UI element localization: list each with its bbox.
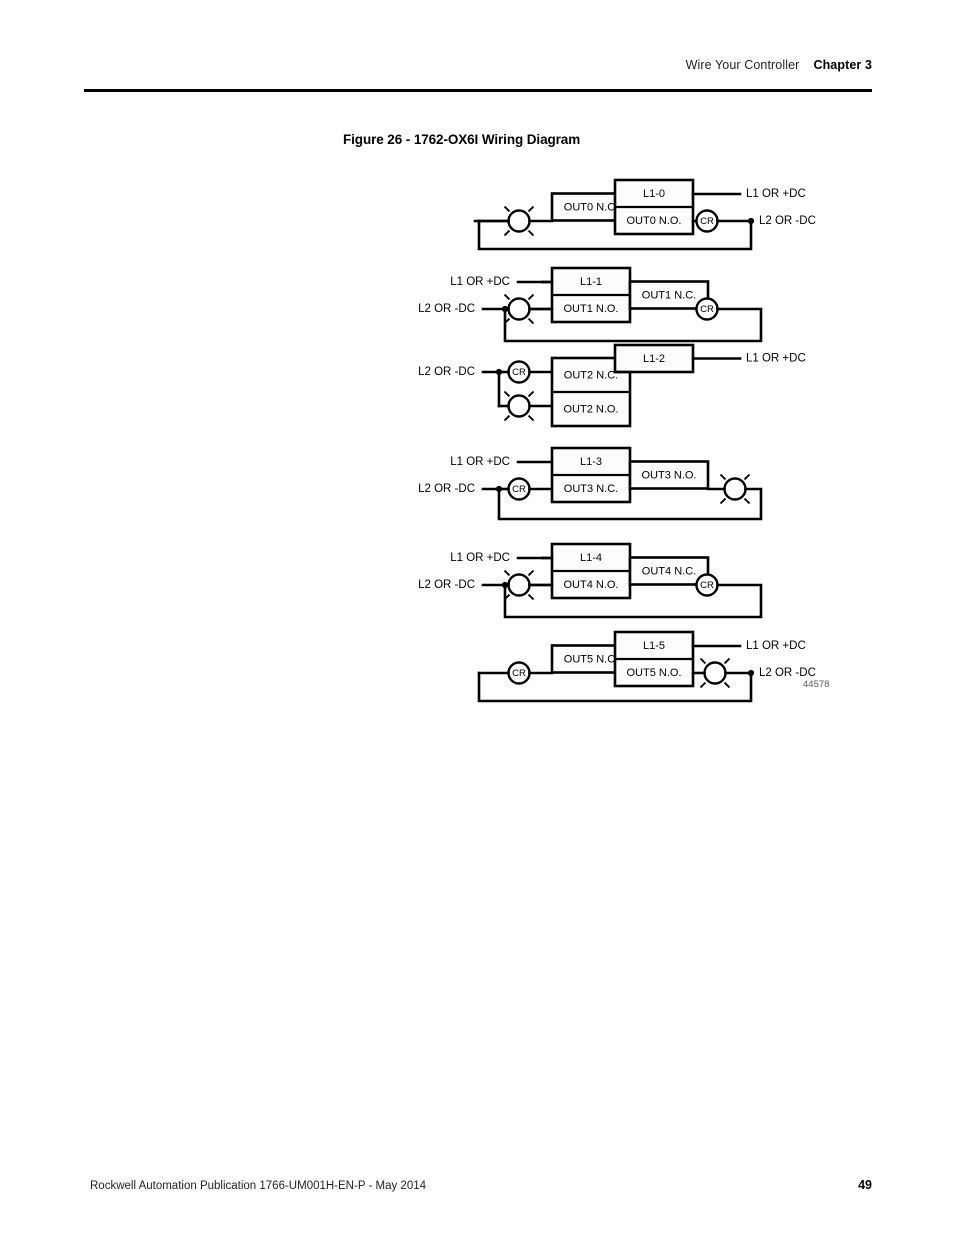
circuit-0-lamp-ray-2	[503, 229, 511, 237]
circuit-1-relay-text: CR	[700, 304, 714, 315]
circuit-3-lamp-ray-1	[743, 473, 751, 481]
circuit-3-lamp-circle	[723, 477, 747, 501]
circuit-5-lamp-ray-1	[723, 657, 731, 665]
circuit-1-l2-label: L2 OR -DC	[418, 303, 475, 315]
header-section-title: Wire Your Controller	[685, 58, 800, 72]
drawing-id: 44578	[803, 679, 829, 690]
circuit-4-lamp-ray-0	[503, 569, 511, 577]
circuit-4-stack-bottom-text: OUT4 N.O.	[563, 579, 618, 591]
circuit-5-stack-bottom-text: OUT5 N.O.	[626, 667, 681, 679]
circuit-0-lamp-ray-0	[503, 205, 511, 213]
page-header: Wire Your Controller Chapter 3	[84, 58, 872, 92]
circuit-2-relay-text: CR	[512, 367, 526, 378]
circuit-4-lamp-ray-1	[527, 569, 535, 577]
header-chapter-label: Chapter 3	[813, 58, 872, 72]
circuit-0-stack-top-text: L1-0	[643, 188, 665, 200]
circuit-2-lamp-ray-0	[503, 390, 511, 398]
header-text: Wire Your Controller Chapter 3	[686, 58, 872, 72]
circuit-3-l2-label: L2 OR -DC	[418, 483, 475, 495]
circuit-3-stack: L1-3 OUT3 N.C.	[550, 446, 632, 504]
circuit-3-lamp-ray-3	[743, 497, 751, 505]
circuit-0-nc-box-text: OUT0 N.C.	[564, 201, 618, 213]
circuit-3-relay-text: CR	[512, 484, 526, 495]
circuit-5-lamp-ray-0	[699, 657, 707, 665]
circuit-1-lamp-ray-1	[527, 293, 535, 301]
circuit-1: L1 OR +DC L2 OR -DC L1-1 OUT1 N.O. OUT1 N.C.…	[418, 266, 763, 343]
circuit-0-lamp-ray-3	[527, 229, 535, 237]
circuit-4-stack-top-text: L1-4	[580, 552, 602, 564]
circuit-1-lamp-circle	[507, 297, 531, 321]
circuit-3-stack-top-text: L1-3	[580, 456, 602, 468]
circuit-5-lamp-ray-3	[723, 681, 731, 689]
circuit-2-terminal-box: L1-2	[613, 343, 695, 374]
circuit-4-nc-box-text: OUT4 N.C.	[642, 565, 696, 577]
circuit-0-l1-label: L1 OR +DC	[746, 188, 806, 200]
circuit-0-l2-label: L2 OR -DC	[759, 215, 816, 227]
circuit-1-return	[503, 307, 763, 343]
circuit-4-lamp-circle	[507, 573, 531, 597]
header-rule	[84, 89, 872, 92]
circuit-1-nc-box-text: OUT1 N.C.	[642, 289, 696, 301]
circuit-4-stack: L1-4 OUT4 N.O.	[550, 542, 632, 600]
circuit-5-nc-box-text: OUT5 N.C.	[564, 653, 618, 665]
circuit-5-stack-top-text: L1-5	[643, 640, 665, 652]
circuit-1-l1-label: L1 OR +DC	[450, 276, 510, 288]
circuit-3-l1-label: L1 OR +DC	[450, 456, 510, 468]
circuit-1-relay: CR	[695, 297, 719, 321]
circuit-4-relay: CR	[695, 573, 719, 597]
circuit-0-stack: L1-0 OUT0 N.O.	[613, 178, 695, 236]
circuit-5-relay-text: CR	[512, 668, 526, 679]
circuit-1-lamp-ray-0	[503, 293, 511, 301]
circuit-5-l2-label: L2 OR -DC	[759, 667, 816, 679]
circuit-2: L2 OR -DC CR OUT2 N.C. OUT2 N.O. L1-2 L1 OR +…	[418, 343, 806, 428]
circuit-0-lamp-ray-1	[527, 205, 535, 213]
circuit-3-relay: CR	[507, 477, 531, 501]
circuit-2-stack-top-text: OUT2 N.C.	[564, 369, 618, 381]
circuit-2-lamp-ray-2	[503, 414, 511, 422]
circuit-5-lamp-ray-2	[699, 681, 707, 689]
circuit-2-stack-bottom-text: OUT2 N.O.	[563, 403, 618, 415]
circuit-2-lamp-ray-1	[527, 390, 535, 398]
circuit-0-relay: CR	[695, 209, 719, 233]
circuit-3-stack-bottom-text: OUT3 N.C.	[564, 483, 618, 495]
circuit-4-lamp-ray-3	[527, 593, 535, 601]
circuit-0-relay-text: CR	[700, 216, 714, 227]
circuit-3-no-box-text: OUT3 N.O.	[641, 469, 696, 481]
circuit-5: CR OUT5 N.C. L1-5 OUT5 N.O. L1 OR +DC L2 OR -…	[477, 630, 816, 703]
circuit-4-relay-text: CR	[700, 580, 714, 591]
circuit-1-stack-bottom-text: OUT1 N.O.	[563, 303, 618, 315]
circuit-2-l2-label: L2 OR -DC	[418, 366, 475, 378]
circuit-2-lamp-circle	[507, 394, 531, 418]
circuit-4-l1-label: L1 OR +DC	[450, 552, 510, 564]
circuit-1-lamp-ray-3	[527, 317, 535, 325]
circuit-2-terminal-box-text: L1-2	[643, 353, 665, 365]
circuit-3-lamp-ray-0	[719, 473, 727, 481]
circuit-0-lamp-circle	[507, 209, 531, 233]
circuit-1-stack-top-text: L1-1	[580, 276, 602, 288]
circuit-5-stack: L1-5 OUT5 N.O.	[613, 630, 695, 688]
circuit-5-relay: CR	[507, 661, 531, 685]
footer-page-number: 49	[858, 1178, 872, 1192]
circuit-4: L1 OR +DC L2 OR -DC L1-4 OUT4 N.O. OUT4 N.C.…	[418, 542, 763, 619]
circuit-3: L1 OR +DC L2 OR -DC CR L1-3 OUT3 N.C. OUT3 N.…	[418, 446, 763, 521]
wiring-diagram-svg: OUT0 N.C.L1-0OUT0 N.O.L1 OR +DCCR L2 OR -…	[418, 178, 829, 703]
circuit-5-lamp-circle	[703, 661, 727, 685]
circuit-3-no-box: OUT3 N.O.	[628, 460, 710, 490]
circuit-3-lamp-ray-2	[719, 497, 727, 505]
circuit-4-l2-label: L2 OR -DC	[418, 579, 475, 591]
circuit-2-l1-label: L1 OR +DC	[746, 353, 806, 365]
circuit-2-lamp-ray-3	[527, 414, 535, 422]
circuit-0: OUT0 N.C. L1-0 OUT0 N.O. L1 OR +DC CR L2 OR -…	[473, 178, 816, 251]
circuit-5-l1-label: L1 OR +DC	[746, 640, 806, 652]
circuit-0-stack-bottom-text: OUT0 N.O.	[626, 215, 681, 227]
wiring-diagram: OUT0 N.C. L1-0 OUT0 N.O. L1 OR +DC CR L2 OR -…	[415, 166, 865, 703]
circuit-2-relay: CR	[507, 360, 531, 384]
circuit-1-stack: L1-1 OUT1 N.O.	[550, 266, 632, 324]
page-footer: Rockwell Automation Publication 1766-UM0…	[90, 1178, 872, 1192]
footer-publication: Rockwell Automation Publication 1766-UM0…	[90, 1180, 427, 1192]
figure-caption: Figure 26 - 1762-OX6I Wiring Diagram	[343, 132, 581, 147]
circuit-4-return	[503, 583, 763, 619]
